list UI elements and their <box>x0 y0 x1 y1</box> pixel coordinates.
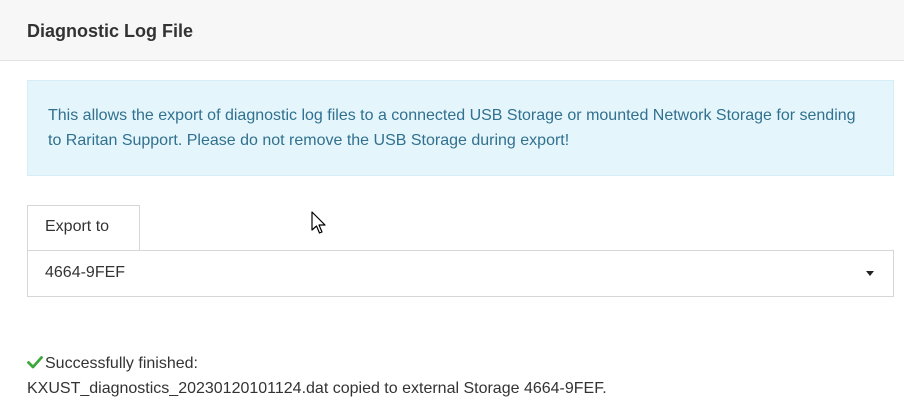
export-to-tab[interactable]: Export to <box>27 205 140 251</box>
status-message: Successfully finished: <box>27 354 198 373</box>
chevron-down-icon <box>866 271 874 276</box>
panel-title: Diagnostic Log File <box>27 21 194 41</box>
status-title: Successfully finished: <box>45 355 198 372</box>
info-alert: This allows the export of diagnostic log… <box>27 80 894 176</box>
status-detail: KXUST_diagnostics_20230120101124.dat cop… <box>27 380 607 397</box>
storage-select[interactable]: 4664-9FEF <box>27 250 894 297</box>
storage-select-value: 4664-9FEF <box>45 264 126 281</box>
checkmark-icon <box>27 356 43 369</box>
mouse-cursor-icon <box>311 211 326 234</box>
panel-header: Diagnostic Log File <box>0 0 904 61</box>
